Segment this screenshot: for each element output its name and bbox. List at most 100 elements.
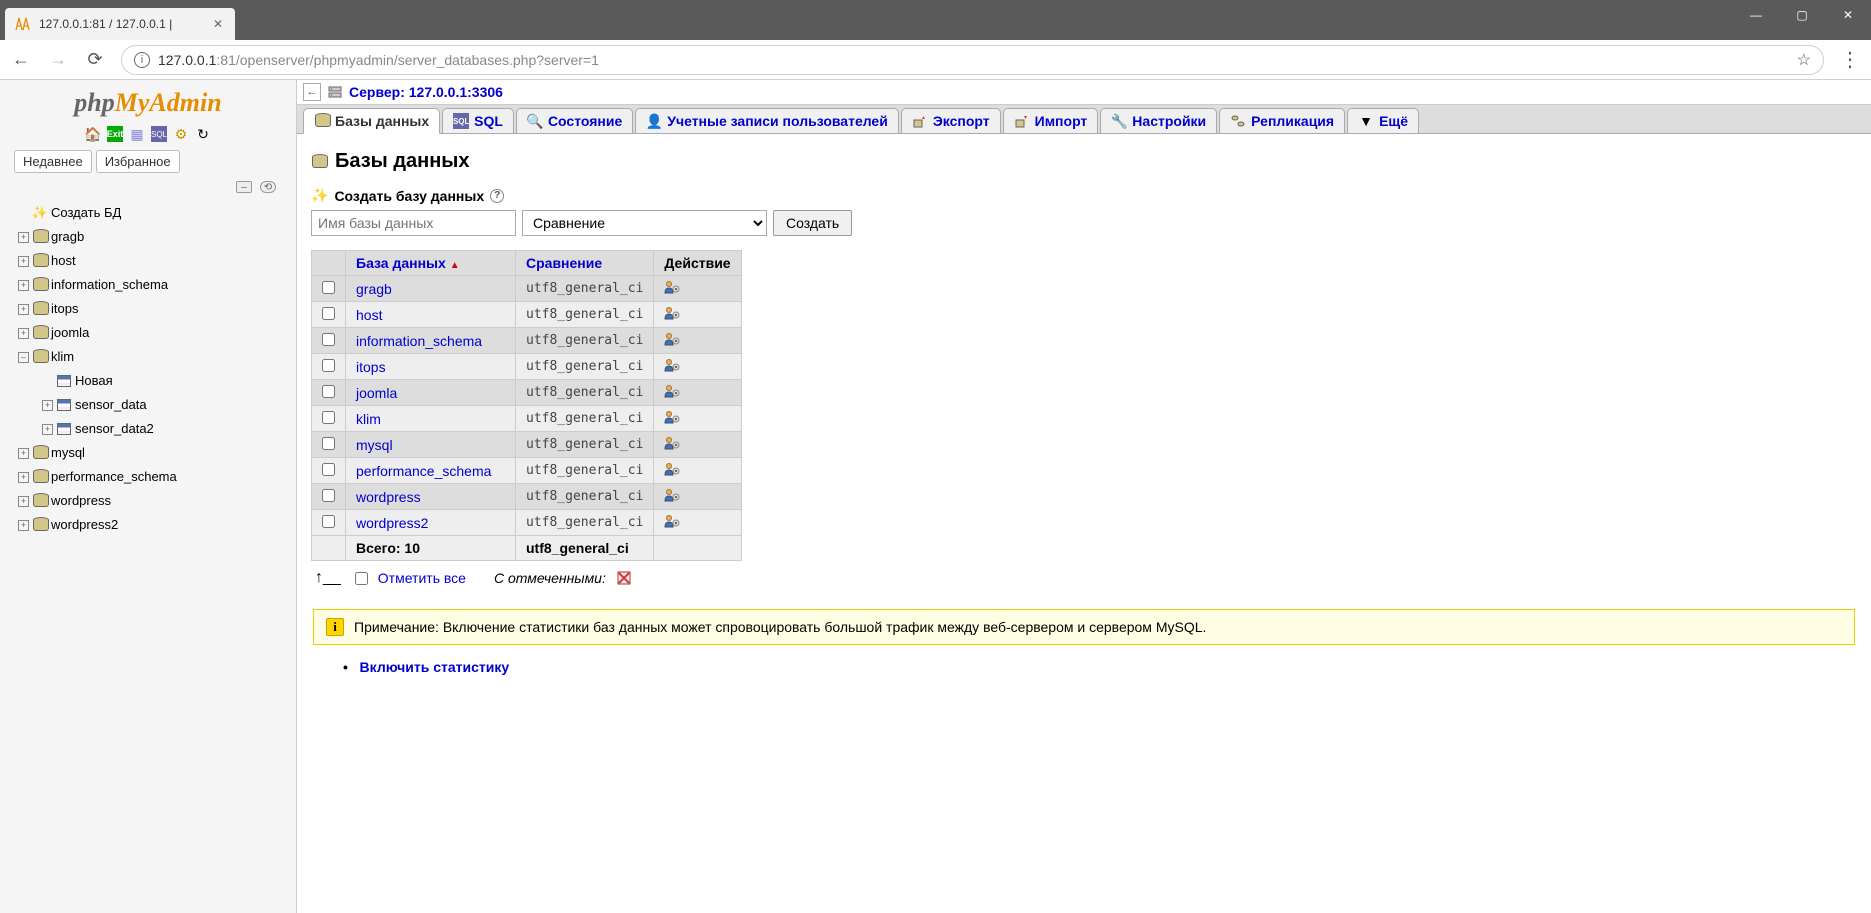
window-close-icon[interactable]: ✕ [1825,0,1871,30]
tree-table-sensor-data2[interactable]: +sensor_data2 [18,417,284,441]
sidebar-tab-favorite[interactable]: Избранное [96,150,180,173]
privileges-icon[interactable] [664,515,680,531]
tab-sql[interactable]: SQLSQL [442,108,514,133]
enable-stats-link[interactable]: Включить статистику [360,659,510,675]
expand-icon[interactable]: + [18,496,29,507]
tree-db-information-schema[interactable]: +information_schema [18,273,284,297]
row-checkbox[interactable] [322,463,335,476]
check-all-link[interactable]: Отметить все [378,570,466,586]
privileges-icon[interactable] [664,411,680,427]
tree-db-mysql[interactable]: +mysql [18,441,284,465]
tree-db-gragb[interactable]: +gragb [18,225,284,249]
link-icon[interactable]: ⟲ [260,181,276,193]
logo[interactable]: phpMyAdmin [0,80,296,122]
privileges-icon[interactable] [664,489,680,505]
logout-icon[interactable]: Exit [107,126,123,142]
db-link[interactable]: information_schema [356,333,482,349]
collapse-icon[interactable]: – [18,352,29,363]
row-checkbox[interactable] [322,385,335,398]
expand-icon[interactable]: + [18,328,29,339]
window-minimize-icon[interactable]: — [1733,0,1779,30]
sql-icon[interactable]: SQL [151,126,167,142]
help-icon[interactable]: ? [490,189,504,203]
tab-replication[interactable]: Репликация [1219,108,1345,133]
tree-db-joomla[interactable]: +joomla [18,321,284,345]
row-checkbox[interactable] [322,307,335,320]
row-checkbox[interactable] [322,333,335,346]
row-checkbox[interactable] [322,281,335,294]
tab-settings[interactable]: 🔧Настройки [1100,108,1217,133]
expand-icon[interactable]: + [18,304,29,315]
tab-status[interactable]: 🔍Состояние [516,108,633,133]
tree-db-wordpress2[interactable]: +wordpress2 [18,513,284,537]
row-checkbox[interactable] [322,437,335,450]
db-name-input[interactable] [311,210,516,236]
expand-icon[interactable]: + [18,256,29,267]
row-checkbox[interactable] [322,411,335,424]
privileges-icon[interactable] [664,437,680,453]
row-checkbox[interactable] [322,359,335,372]
tab-close-icon[interactable]: ✕ [211,17,225,31]
home-icon[interactable]: 🏠 [85,126,101,142]
privileges-icon[interactable] [664,359,680,375]
col-collation[interactable]: Сравнение [516,251,654,276]
tree-db-host[interactable]: +host [18,249,284,273]
browser-tab[interactable]: 127.0.0.1:81 / 127.0.0.1 | ✕ [5,8,235,40]
nav-back-icon[interactable]: ← [10,49,32,71]
db-link[interactable]: itops [356,359,386,375]
tab-export[interactable]: Экспорт [901,108,1001,133]
nav-forward-icon[interactable]: → [47,49,69,71]
docs-icon[interactable]: ▦ [129,126,145,142]
nav-panel-toggle-icon[interactable]: ← [303,83,321,101]
privileges-icon[interactable] [664,333,680,349]
browser-menu-icon[interactable]: ⋮ [1839,47,1861,72]
tab-import[interactable]: Импорт [1003,108,1099,133]
drop-icon[interactable] [616,570,632,586]
collapse-all-icon[interactable]: – [236,181,252,193]
tab-more[interactable]: ▼Ещё [1347,108,1419,133]
settings-icon[interactable]: ⚙ [173,126,189,142]
tree-db-wordpress[interactable]: +wordpress [18,489,284,513]
tree-db-itops[interactable]: +itops [18,297,284,321]
privileges-icon[interactable] [664,307,680,323]
expand-icon[interactable]: + [42,424,53,435]
db-link[interactable]: wordpress2 [356,515,428,531]
nav-reload-icon[interactable]: ⟳ [84,49,106,71]
tab-databases[interactable]: Базы данных [303,108,440,134]
url-input[interactable]: i 127.0.0.1:81/openserver/phpmyadmin/ser… [121,45,1824,75]
db-link[interactable]: joomla [356,385,397,401]
db-link[interactable]: wordpress [356,489,421,505]
db-link[interactable]: gragb [356,281,392,297]
site-info-icon[interactable]: i [134,52,150,68]
row-checkbox[interactable] [322,489,335,502]
privileges-icon[interactable] [664,281,680,297]
tree-db-klim[interactable]: –klim [18,345,284,369]
db-link[interactable]: performance_schema [356,463,491,479]
expand-icon[interactable]: + [42,400,53,411]
col-database[interactable]: База данных ▲ [346,251,516,276]
privileges-icon[interactable] [664,463,680,479]
expand-icon[interactable]: + [18,472,29,483]
db-link[interactable]: klim [356,411,381,427]
bookmark-star-icon[interactable]: ☆ [1797,50,1811,70]
expand-icon[interactable]: + [18,448,29,459]
sidebar-tab-recent[interactable]: Недавнее [14,150,92,173]
reload-icon[interactable]: ↻ [195,126,211,142]
expand-icon[interactable]: + [18,280,29,291]
server-link[interactable]: Сервер: 127.0.0.1:3306 [349,84,503,100]
expand-icon[interactable]: + [18,232,29,243]
check-all-checkbox[interactable] [355,572,368,585]
tree-table-sensor-data[interactable]: +sensor_data [18,393,284,417]
tree-new-db[interactable]: ✨Создать БД [18,201,284,225]
db-link[interactable]: host [356,307,382,323]
tab-users[interactable]: 👤Учетные записи пользователей [635,108,899,133]
privileges-icon[interactable] [664,385,680,401]
collation-select[interactable]: Сравнение [522,210,767,236]
tree-db-performance-schema[interactable]: +performance_schema [18,465,284,489]
expand-icon[interactable]: + [18,520,29,531]
create-button[interactable]: Создать [773,210,852,236]
tree-new-table[interactable]: Новая [18,369,284,393]
db-link[interactable]: mysql [356,437,393,453]
window-maximize-icon[interactable]: ▢ [1779,0,1825,30]
row-checkbox[interactable] [322,515,335,528]
